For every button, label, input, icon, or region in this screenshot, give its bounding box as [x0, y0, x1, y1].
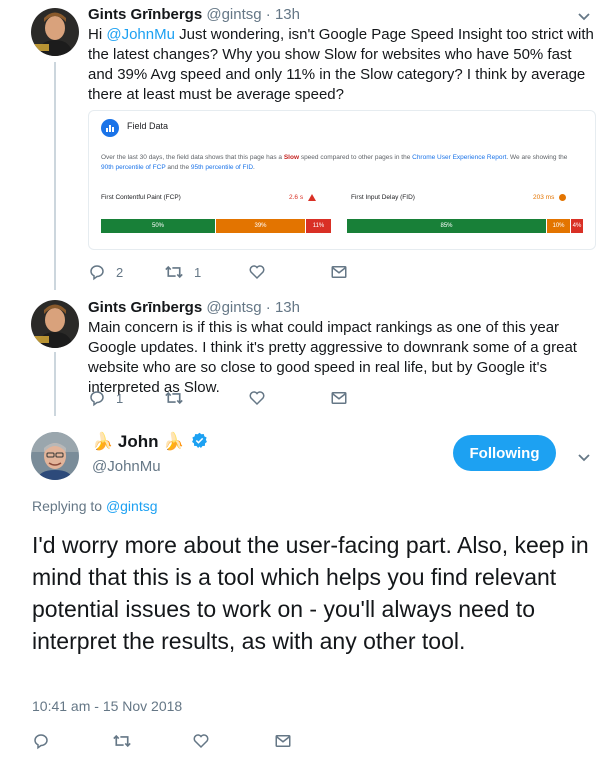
author-handle[interactable]: @gintsg [206, 6, 261, 23]
reply-button[interactable] [32, 731, 50, 751]
banana-emoji: 🍌 [92, 432, 114, 451]
fid-distribution-bar: 85% 10% 4% [347, 219, 583, 233]
retweet-button[interactable]: 1 [164, 262, 201, 282]
banana-emoji: 🍌 [163, 432, 185, 451]
envelope-icon [275, 735, 291, 747]
retweet-icon [113, 734, 131, 748]
tweet-header: Gints Grīnbergs @gintsg · 13h [88, 6, 300, 23]
retweet-button[interactable] [112, 731, 132, 751]
direct-message-button[interactable] [274, 731, 292, 751]
reply-count: 2 [116, 264, 124, 280]
verified-badge-icon [192, 432, 208, 448]
fid-segment: 10% [547, 219, 570, 233]
reply-icon [34, 734, 48, 750]
tweet-timestamp[interactable]: 10:41 am - 15 Nov 2018 [32, 698, 182, 714]
reply-button[interactable]: 1 [88, 388, 123, 408]
tweet-actions [32, 731, 312, 751]
avatar[interactable] [31, 8, 79, 56]
direct-message-button[interactable] [330, 388, 348, 408]
author-name[interactable]: 🍌 John 🍌 [92, 432, 208, 452]
tweet-text: Main concern is if this is what could im… [88, 319, 577, 396]
card-title: Field Data [127, 121, 169, 131]
direct-message-button[interactable] [330, 262, 348, 282]
reply-icon [90, 265, 104, 281]
following-button[interactable]: Following [453, 435, 556, 471]
reply-button[interactable]: 2 [88, 262, 123, 282]
retweet-icon [165, 391, 183, 405]
field-data-image[interactable]: Field Data Over the last 30 days, the fi… [88, 110, 596, 250]
tweet-actions: 2 1 [88, 262, 388, 282]
heart-icon [193, 734, 209, 749]
fcp-value: 2.6 s [289, 194, 316, 201]
fid-segment: 4% [571, 219, 583, 233]
author-name[interactable]: Gints Grīnbergs [88, 299, 202, 316]
author-handle[interactable]: @JohnMu [92, 458, 161, 475]
fid-segment: 85% [347, 219, 546, 233]
chevron-down-icon[interactable] [577, 450, 591, 468]
reply-icon [90, 391, 104, 407]
replying-to-link[interactable]: @gintsg [106, 498, 158, 514]
tweet-text: Hi @JohnMu Just wondering, isn't Google … [88, 26, 594, 103]
reply-tweet-2[interactable]: Gints Grīnbergs @gintsg · 13h Main conce… [0, 290, 613, 416]
replying-to: Replying to @gintsg [32, 498, 158, 514]
tweet-time[interactable]: 13h [275, 6, 300, 23]
heart-icon [249, 391, 265, 406]
fcp-distribution-bar: 50% 39% 11% [101, 219, 331, 233]
envelope-icon [331, 392, 347, 404]
like-button[interactable] [248, 262, 266, 282]
author-name[interactable]: Gints Grīnbergs [88, 6, 202, 23]
thread-line [54, 62, 56, 290]
retweet-count: 1 [194, 264, 202, 280]
tweet-time[interactable]: 13h [275, 299, 300, 316]
like-button[interactable] [248, 388, 266, 408]
reply-count: 1 [116, 390, 124, 406]
tweet-header: Gints Grīnbergs @gintsg · 13h [88, 299, 300, 316]
fcp-segment: 50% [101, 219, 215, 233]
pagespeed-logo-icon [101, 119, 119, 137]
author-handle[interactable]: @gintsg [206, 299, 261, 316]
fcp-label: First Contentful Paint (FCP) [101, 194, 181, 201]
envelope-icon [331, 266, 347, 278]
fcp-segment: 11% [306, 219, 331, 233]
fid-value: 203 ms [533, 194, 567, 201]
fid-label: First Input Delay (FID) [351, 194, 415, 201]
avatar[interactable] [31, 300, 79, 348]
avatar[interactable] [31, 432, 79, 480]
tweet-text: I'd worry more about the user-facing par… [32, 532, 589, 654]
warning-triangle-icon [307, 194, 316, 201]
mention-link[interactable]: @JohnMu [106, 26, 175, 43]
like-button[interactable] [192, 731, 210, 751]
warning-circle-icon [559, 194, 567, 201]
thread-line [54, 352, 56, 416]
card-description: Over the last 30 days, the field data sh… [101, 154, 568, 171]
reply-tweet-1[interactable]: Gints Grīnbergs @gintsg · 13h Hi @JohnMu… [0, 0, 613, 290]
retweet-icon [165, 265, 183, 279]
tweet-actions: 1 [88, 388, 388, 408]
heart-icon [249, 265, 265, 280]
retweet-button[interactable] [164, 388, 184, 408]
fcp-segment: 39% [216, 219, 305, 233]
